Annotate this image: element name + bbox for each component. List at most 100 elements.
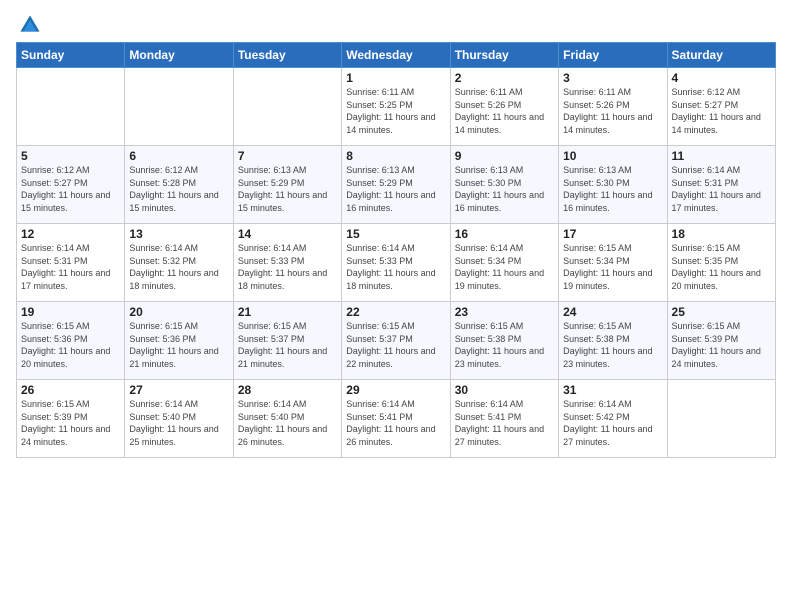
day-detail: Sunrise: 6:14 AMSunset: 5:32 PMDaylight:… — [129, 242, 228, 292]
logo — [16, 12, 41, 36]
calendar-cell: 24Sunrise: 6:15 AMSunset: 5:38 PMDayligh… — [559, 302, 667, 380]
day-header-thursday: Thursday — [450, 43, 558, 68]
calendar-cell: 10Sunrise: 6:13 AMSunset: 5:30 PMDayligh… — [559, 146, 667, 224]
day-header-sunday: Sunday — [17, 43, 125, 68]
day-header-monday: Monday — [125, 43, 233, 68]
day-detail: Sunrise: 6:14 AMSunset: 5:40 PMDaylight:… — [129, 398, 228, 448]
calendar-cell: 19Sunrise: 6:15 AMSunset: 5:36 PMDayligh… — [17, 302, 125, 380]
day-header-wednesday: Wednesday — [342, 43, 450, 68]
day-number: 23 — [455, 305, 554, 319]
day-detail: Sunrise: 6:12 AMSunset: 5:27 PMDaylight:… — [672, 86, 771, 136]
day-detail: Sunrise: 6:11 AMSunset: 5:26 PMDaylight:… — [563, 86, 662, 136]
calendar-cell: 11Sunrise: 6:14 AMSunset: 5:31 PMDayligh… — [667, 146, 775, 224]
calendar-cell: 30Sunrise: 6:14 AMSunset: 5:41 PMDayligh… — [450, 380, 558, 458]
day-detail: Sunrise: 6:15 AMSunset: 5:39 PMDaylight:… — [21, 398, 120, 448]
day-number: 13 — [129, 227, 228, 241]
day-detail: Sunrise: 6:14 AMSunset: 5:41 PMDaylight:… — [455, 398, 554, 448]
page: SundayMondayTuesdayWednesdayThursdayFrid… — [0, 0, 792, 612]
calendar-cell: 16Sunrise: 6:14 AMSunset: 5:34 PMDayligh… — [450, 224, 558, 302]
day-detail: Sunrise: 6:13 AMSunset: 5:30 PMDaylight:… — [455, 164, 554, 214]
day-detail: Sunrise: 6:12 AMSunset: 5:28 PMDaylight:… — [129, 164, 228, 214]
day-number: 2 — [455, 71, 554, 85]
day-detail: Sunrise: 6:14 AMSunset: 5:31 PMDaylight:… — [21, 242, 120, 292]
calendar-cell — [17, 68, 125, 146]
day-detail: Sunrise: 6:15 AMSunset: 5:34 PMDaylight:… — [563, 242, 662, 292]
day-detail: Sunrise: 6:13 AMSunset: 5:29 PMDaylight:… — [346, 164, 445, 214]
calendar-body: 1Sunrise: 6:11 AMSunset: 5:25 PMDaylight… — [17, 68, 776, 458]
day-header-tuesday: Tuesday — [233, 43, 341, 68]
day-detail: Sunrise: 6:11 AMSunset: 5:25 PMDaylight:… — [346, 86, 445, 136]
calendar: SundayMondayTuesdayWednesdayThursdayFrid… — [16, 42, 776, 458]
calendar-cell: 8Sunrise: 6:13 AMSunset: 5:29 PMDaylight… — [342, 146, 450, 224]
day-detail: Sunrise: 6:15 AMSunset: 5:36 PMDaylight:… — [21, 320, 120, 370]
calendar-cell: 14Sunrise: 6:14 AMSunset: 5:33 PMDayligh… — [233, 224, 341, 302]
day-detail: Sunrise: 6:11 AMSunset: 5:26 PMDaylight:… — [455, 86, 554, 136]
calendar-cell — [233, 68, 341, 146]
calendar-cell: 29Sunrise: 6:14 AMSunset: 5:41 PMDayligh… — [342, 380, 450, 458]
calendar-cell: 17Sunrise: 6:15 AMSunset: 5:34 PMDayligh… — [559, 224, 667, 302]
calendar-cell: 22Sunrise: 6:15 AMSunset: 5:37 PMDayligh… — [342, 302, 450, 380]
calendar-cell: 2Sunrise: 6:11 AMSunset: 5:26 PMDaylight… — [450, 68, 558, 146]
calendar-cell: 4Sunrise: 6:12 AMSunset: 5:27 PMDaylight… — [667, 68, 775, 146]
calendar-cell: 7Sunrise: 6:13 AMSunset: 5:29 PMDaylight… — [233, 146, 341, 224]
calendar-cell: 5Sunrise: 6:12 AMSunset: 5:27 PMDaylight… — [17, 146, 125, 224]
day-number: 5 — [21, 149, 120, 163]
day-detail: Sunrise: 6:14 AMSunset: 5:40 PMDaylight:… — [238, 398, 337, 448]
day-number: 14 — [238, 227, 337, 241]
day-detail: Sunrise: 6:14 AMSunset: 5:33 PMDaylight:… — [346, 242, 445, 292]
day-number: 6 — [129, 149, 228, 163]
calendar-header: SundayMondayTuesdayWednesdayThursdayFrid… — [17, 43, 776, 68]
day-number: 3 — [563, 71, 662, 85]
day-detail: Sunrise: 6:15 AMSunset: 5:37 PMDaylight:… — [346, 320, 445, 370]
calendar-cell: 1Sunrise: 6:11 AMSunset: 5:25 PMDaylight… — [342, 68, 450, 146]
day-number: 21 — [238, 305, 337, 319]
day-detail: Sunrise: 6:14 AMSunset: 5:42 PMDaylight:… — [563, 398, 662, 448]
day-number: 15 — [346, 227, 445, 241]
day-number: 18 — [672, 227, 771, 241]
day-headers-row: SundayMondayTuesdayWednesdayThursdayFrid… — [17, 43, 776, 68]
calendar-cell: 15Sunrise: 6:14 AMSunset: 5:33 PMDayligh… — [342, 224, 450, 302]
day-number: 1 — [346, 71, 445, 85]
day-number: 10 — [563, 149, 662, 163]
calendar-cell: 6Sunrise: 6:12 AMSunset: 5:28 PMDaylight… — [125, 146, 233, 224]
week-row-2: 12Sunrise: 6:14 AMSunset: 5:31 PMDayligh… — [17, 224, 776, 302]
day-detail: Sunrise: 6:13 AMSunset: 5:29 PMDaylight:… — [238, 164, 337, 214]
calendar-cell: 12Sunrise: 6:14 AMSunset: 5:31 PMDayligh… — [17, 224, 125, 302]
day-number: 26 — [21, 383, 120, 397]
day-number: 7 — [238, 149, 337, 163]
day-number: 31 — [563, 383, 662, 397]
calendar-cell: 3Sunrise: 6:11 AMSunset: 5:26 PMDaylight… — [559, 68, 667, 146]
day-number: 24 — [563, 305, 662, 319]
calendar-cell: 21Sunrise: 6:15 AMSunset: 5:37 PMDayligh… — [233, 302, 341, 380]
day-number: 4 — [672, 71, 771, 85]
day-number: 25 — [672, 305, 771, 319]
calendar-cell: 23Sunrise: 6:15 AMSunset: 5:38 PMDayligh… — [450, 302, 558, 380]
calendar-cell: 20Sunrise: 6:15 AMSunset: 5:36 PMDayligh… — [125, 302, 233, 380]
day-detail: Sunrise: 6:13 AMSunset: 5:30 PMDaylight:… — [563, 164, 662, 214]
day-detail: Sunrise: 6:15 AMSunset: 5:39 PMDaylight:… — [672, 320, 771, 370]
day-header-friday: Friday — [559, 43, 667, 68]
day-number: 8 — [346, 149, 445, 163]
week-row-0: 1Sunrise: 6:11 AMSunset: 5:25 PMDaylight… — [17, 68, 776, 146]
calendar-cell: 18Sunrise: 6:15 AMSunset: 5:35 PMDayligh… — [667, 224, 775, 302]
day-number: 11 — [672, 149, 771, 163]
day-number: 17 — [563, 227, 662, 241]
day-detail: Sunrise: 6:14 AMSunset: 5:33 PMDaylight:… — [238, 242, 337, 292]
day-detail: Sunrise: 6:14 AMSunset: 5:31 PMDaylight:… — [672, 164, 771, 214]
calendar-cell: 31Sunrise: 6:14 AMSunset: 5:42 PMDayligh… — [559, 380, 667, 458]
day-number: 19 — [21, 305, 120, 319]
logo-icon — [19, 14, 41, 36]
day-detail: Sunrise: 6:15 AMSunset: 5:38 PMDaylight:… — [455, 320, 554, 370]
calendar-cell: 27Sunrise: 6:14 AMSunset: 5:40 PMDayligh… — [125, 380, 233, 458]
calendar-cell: 25Sunrise: 6:15 AMSunset: 5:39 PMDayligh… — [667, 302, 775, 380]
day-detail: Sunrise: 6:15 AMSunset: 5:38 PMDaylight:… — [563, 320, 662, 370]
week-row-3: 19Sunrise: 6:15 AMSunset: 5:36 PMDayligh… — [17, 302, 776, 380]
day-number: 9 — [455, 149, 554, 163]
day-detail: Sunrise: 6:15 AMSunset: 5:37 PMDaylight:… — [238, 320, 337, 370]
day-detail: Sunrise: 6:15 AMSunset: 5:36 PMDaylight:… — [129, 320, 228, 370]
header — [16, 12, 776, 36]
week-row-4: 26Sunrise: 6:15 AMSunset: 5:39 PMDayligh… — [17, 380, 776, 458]
day-number: 29 — [346, 383, 445, 397]
day-header-saturday: Saturday — [667, 43, 775, 68]
calendar-cell: 28Sunrise: 6:14 AMSunset: 5:40 PMDayligh… — [233, 380, 341, 458]
